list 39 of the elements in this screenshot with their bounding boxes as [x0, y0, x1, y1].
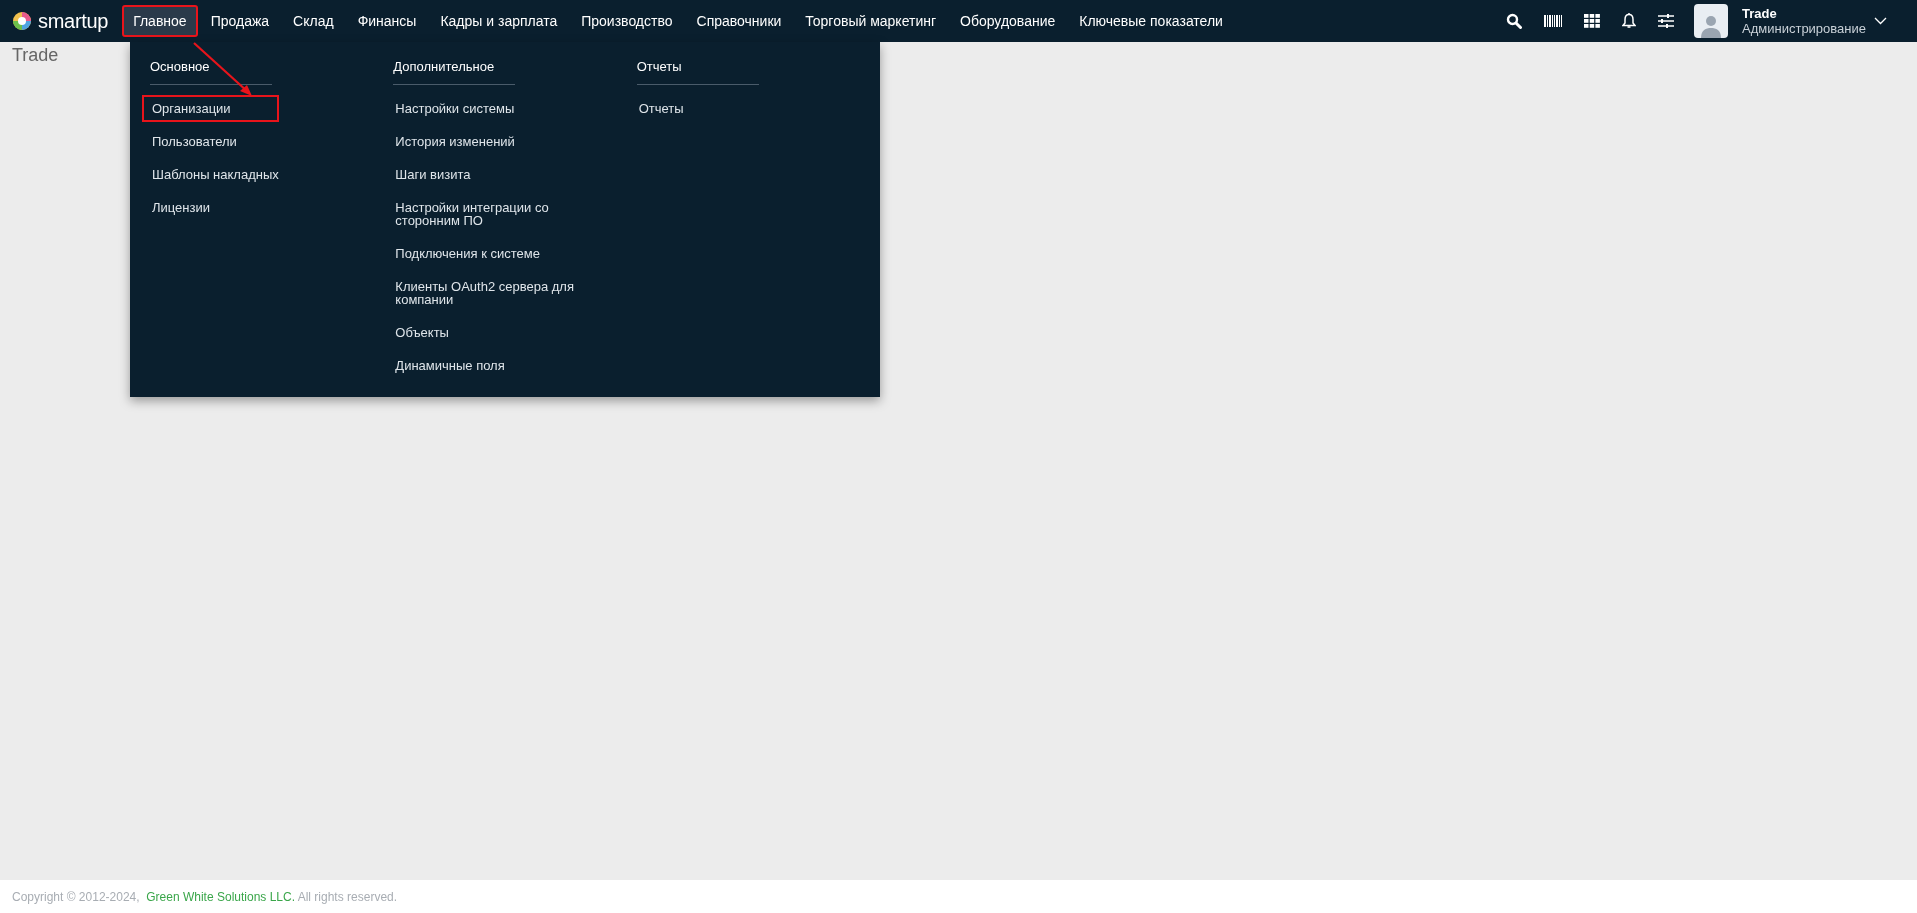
avatar-placeholder[interactable]	[1694, 4, 1729, 38]
menu-item[interactable]: Настройки интеграции со сторонним ПО	[385, 194, 591, 234]
nav-tab[interactable]: Финансы	[346, 5, 428, 37]
nav-tab[interactable]: Оборудование	[949, 5, 1067, 37]
page-title: Trade	[11, 44, 60, 66]
menu-item[interactable]: Настройки системы	[385, 95, 525, 122]
nav-tab[interactable]: Продажа	[199, 5, 281, 37]
nav-tab[interactable]: Главное	[122, 5, 198, 37]
search-icon[interactable]	[1506, 13, 1523, 29]
barcode-icon[interactable]	[1544, 15, 1563, 27]
menu-item[interactable]: Пользователи	[142, 128, 247, 155]
nav-tab[interactable]: Торговый маркетинг	[794, 5, 948, 37]
grid-icon[interactable]	[1584, 14, 1601, 28]
menu-item[interactable]: Динамичные поля	[385, 352, 515, 379]
copyright-text: Copyright © 2012-2024, Green White Solutions LLC. All rights reserved.	[12, 889, 398, 904]
sliders-icon[interactable]	[1658, 14, 1675, 28]
nav-tab[interactable]: Ключевые показатели	[1068, 5, 1234, 37]
menu-item[interactable]: Подключения к системе	[385, 240, 550, 267]
menu-item[interactable]: Шаги визита	[385, 161, 481, 188]
menu-item[interactable]: Шаблоны накладных	[142, 161, 289, 188]
menu-item[interactable]: Организации	[142, 95, 279, 122]
menu-item[interactable]: Объекты	[385, 319, 459, 346]
nav-tab[interactable]: Кадры и зарплата	[429, 5, 569, 37]
chevron-down-icon[interactable]	[1874, 17, 1887, 25]
nav-tab[interactable]: Производство	[570, 5, 684, 37]
nav-tab[interactable]: Склад	[282, 5, 345, 37]
logo-icon	[12, 11, 32, 31]
menu-item[interactable]: Лицензии	[142, 194, 220, 221]
user-role: Администрирование	[1742, 21, 1866, 36]
logo-text: smartup	[38, 9, 109, 33]
menu-heading: Основное	[150, 56, 272, 85]
menu-heading: Отчеты	[636, 56, 759, 85]
bell-icon[interactable]	[1622, 13, 1637, 29]
menu-item[interactable]: Клиенты OAuth2 сервера для компании	[385, 273, 591, 313]
menu-item[interactable]: История изменений	[385, 128, 525, 155]
menu-heading: Дополнительное	[393, 56, 516, 85]
menu-item[interactable]: Отчеты	[628, 95, 694, 122]
nav-tab[interactable]: Справочники	[685, 5, 793, 37]
user-name: Trade	[1742, 6, 1778, 21]
